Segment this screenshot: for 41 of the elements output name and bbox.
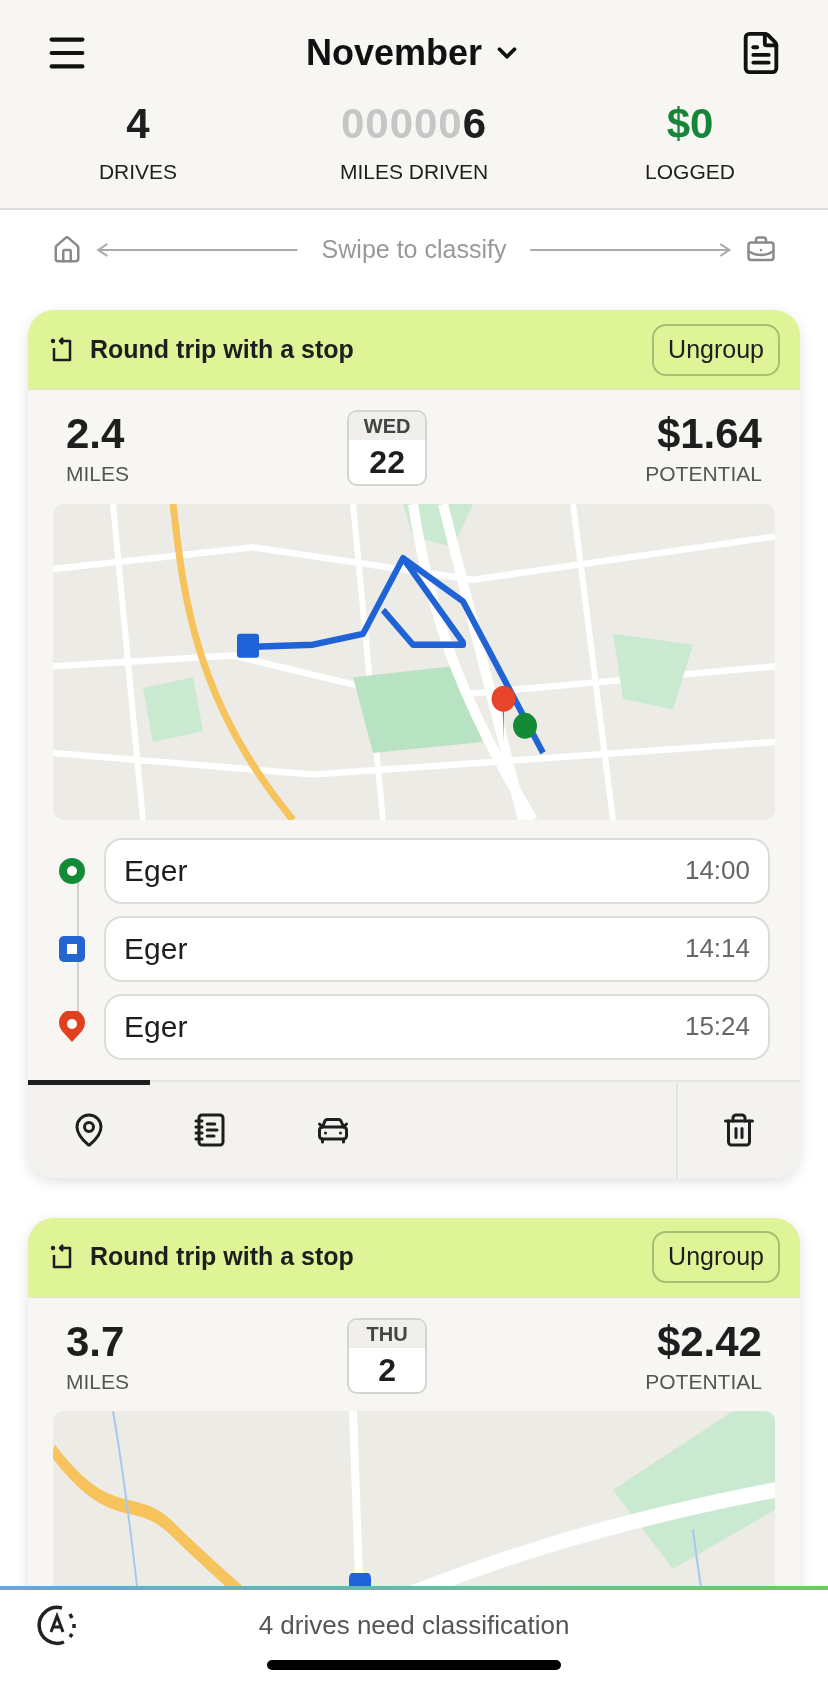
logged-amount: $0 <box>666 99 714 149</box>
classification-message: 4 drives need classification <box>257 1608 571 1642</box>
potential-amount: $2.42 <box>656 1317 762 1366</box>
day-number: 22 <box>369 443 405 482</box>
home-icon <box>52 235 82 265</box>
weekday: WED <box>349 412 426 440</box>
left-arrow-icon <box>96 243 300 257</box>
stop-time: 14:00 <box>684 854 750 887</box>
stop-place: Eger <box>124 853 188 889</box>
distance-value: 2.4 <box>66 410 126 458</box>
potential-label: POTENTIAL <box>645 1368 762 1395</box>
stop-time: 14:14 <box>684 932 750 965</box>
drives-count: 4 <box>126 99 150 149</box>
stop-time: 15:24 <box>684 1010 750 1043</box>
trash-icon <box>721 1111 757 1148</box>
ungroup-button[interactable]: Ungroup <box>652 323 780 376</box>
distance-value: 3.7 <box>66 1317 126 1366</box>
stop-field[interactable]: Eger 14:00 <box>104 837 770 904</box>
right-arrow-icon <box>528 243 732 257</box>
distance-unit: MILES <box>66 1368 130 1395</box>
stop-field[interactable]: Eger 14:14 <box>104 915 770 982</box>
ungroup-button[interactable]: Ungroup <box>652 1231 780 1283</box>
map-pin-icon <box>58 1010 86 1043</box>
potential-amount: $1.64 <box>656 410 762 458</box>
stop-place: Eger <box>124 931 188 967</box>
start-circle-icon <box>58 856 86 885</box>
group-title: Round trip with a stop <box>90 333 355 365</box>
drives-label: DRIVES <box>98 159 178 185</box>
weekday: THU <box>349 1319 426 1348</box>
auto-mode-icon <box>36 1604 78 1646</box>
swipe-hint: Swipe to classify <box>320 234 508 266</box>
miles-label: MILES DRIVEN <box>339 159 489 185</box>
group-title: Round trip with a stop <box>90 1241 355 1273</box>
stop-square-icon <box>58 934 86 963</box>
stop-field[interactable]: Eger 15:24 <box>104 993 770 1060</box>
month-selector[interactable]: November <box>305 26 523 80</box>
day-number: 2 <box>378 1350 397 1390</box>
stop-place: Eger <box>124 1009 188 1045</box>
logged-label: LOGGED <box>645 159 735 185</box>
distance-unit: MILES <box>66 461 130 487</box>
potential-label: POTENTIAL <box>645 461 762 487</box>
